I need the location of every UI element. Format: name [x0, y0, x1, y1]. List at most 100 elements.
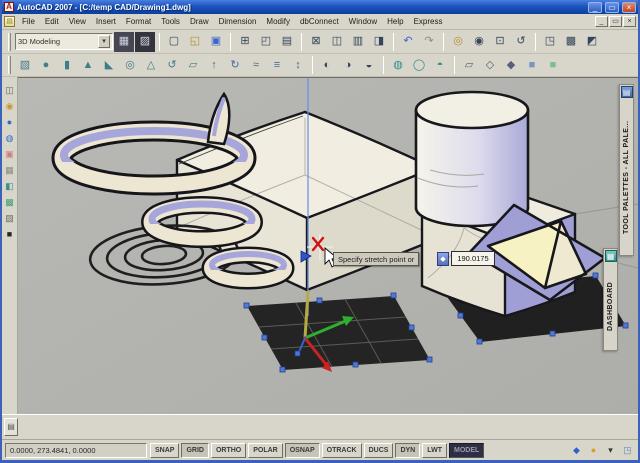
- visual-style-2d-wireframe-button[interactable]: ▱: [459, 55, 479, 75]
- zoom-previous-button[interactable]: ↺: [511, 32, 531, 52]
- cylinder-tool-button[interactable]: ▮: [57, 55, 77, 75]
- toggle-dyn[interactable]: DYN: [395, 443, 420, 458]
- sphere-tool-button[interactable]: ●: [36, 55, 56, 75]
- properties-button[interactable]: ◳: [540, 32, 560, 52]
- toggle-model[interactable]: MODEL: [449, 443, 484, 458]
- redo-button[interactable]: ↷: [419, 32, 439, 52]
- designcenter-button[interactable]: ▩: [561, 32, 581, 52]
- lights-tool-button[interactable]: ●: [3, 115, 17, 129]
- mapping-tool-button[interactable]: ▦: [3, 163, 17, 177]
- loft-button[interactable]: ≡: [267, 55, 287, 75]
- title-bar[interactable]: A AutoCAD 2007 - [C:/temp CAD/Drawing1.d…: [2, 0, 638, 14]
- workspace-combo[interactable]: 3D Modeling ▾: [15, 33, 113, 50]
- constrained-orbit-button[interactable]: ◍: [388, 55, 408, 75]
- menu-dimension[interactable]: Dimension: [214, 15, 262, 28]
- command-window-grip[interactable]: ▤: [4, 418, 18, 436]
- drawing-area[interactable]: Specify stretch point or ◆ 190.0175 ▤ TO…: [18, 77, 638, 414]
- menu-modify[interactable]: Modify: [261, 15, 295, 28]
- visual-style-realistic-button[interactable]: ■: [522, 55, 542, 75]
- toolbar-grip[interactable]: [8, 56, 11, 74]
- save-button[interactable]: ▣: [206, 32, 226, 52]
- visual-style-conceptual-button[interactable]: ■: [543, 55, 563, 75]
- close-button[interactable]: ×: [622, 2, 636, 13]
- zoom-realtime-button[interactable]: ◉: [469, 32, 489, 52]
- view-cube-dark-button[interactable]: ▦: [114, 32, 134, 52]
- advanced-render-settings-button[interactable]: ▨: [3, 211, 17, 225]
- doc-restore-button[interactable]: ▭: [609, 16, 622, 27]
- fog-tool-button[interactable]: ◧: [3, 179, 17, 193]
- dashboard-title[interactable]: DASHBOARD: [607, 264, 614, 349]
- dashboard-icon[interactable]: ▦: [605, 250, 617, 262]
- helix-tool-button[interactable]: ↺: [162, 55, 182, 75]
- toolbar-grip[interactable]: [8, 33, 11, 51]
- wedge-tool-button[interactable]: ◣: [99, 55, 119, 75]
- sun-properties-button[interactable]: ◍: [3, 131, 17, 145]
- tray-settings-arrow-icon[interactable]: ▾: [603, 443, 618, 458]
- pan-button[interactable]: ◎: [448, 32, 468, 52]
- menu-view[interactable]: View: [64, 15, 91, 28]
- minimize-button[interactable]: _: [588, 2, 602, 13]
- planar-surface-button[interactable]: ▱: [183, 55, 203, 75]
- paste-button[interactable]: ▥: [348, 32, 368, 52]
- background-tool-button[interactable]: ▩: [3, 195, 17, 209]
- tool-palettes-icon[interactable]: ▤: [621, 86, 633, 98]
- menu-window[interactable]: Window: [344, 15, 382, 28]
- sweep-button[interactable]: ≈: [246, 55, 266, 75]
- toolbar-unlock-icon[interactable]: ◆: [569, 443, 584, 458]
- pyramid-tool-button[interactable]: △: [141, 55, 161, 75]
- menu-dbconnect[interactable]: dbConnect: [295, 15, 344, 28]
- torus-tool-button[interactable]: ◎: [120, 55, 140, 75]
- tool-palettes-title[interactable]: TOOL PALETTES - ALL PALE...: [623, 100, 630, 254]
- open-button[interactable]: ◱: [185, 32, 205, 52]
- clean-screen-button[interactable]: ◳: [620, 443, 635, 458]
- union-button[interactable]: ◐: [317, 55, 337, 75]
- swivel-button[interactable]: ◓: [430, 55, 450, 75]
- menu-file[interactable]: File: [17, 15, 40, 28]
- communication-center-icon[interactable]: ●: [586, 443, 601, 458]
- cut-button[interactable]: ⊠: [306, 32, 326, 52]
- doc-close-button[interactable]: ×: [623, 16, 636, 27]
- plot-preview-button[interactable]: ◰: [256, 32, 276, 52]
- undo-button[interactable]: ↶: [398, 32, 418, 52]
- camera-view-dark-button[interactable]: ▨: [135, 32, 155, 52]
- intersect-button[interactable]: ◒: [359, 55, 379, 75]
- hide-tool-button[interactable]: ◫: [3, 83, 17, 97]
- toggle-lwt[interactable]: LWT: [422, 443, 447, 458]
- toggle-grid[interactable]: GRID: [181, 443, 209, 458]
- press-pull-button[interactable]: ↕: [288, 55, 308, 75]
- toggle-ortho[interactable]: ORTHO: [211, 443, 246, 458]
- copy-button[interactable]: ◫: [327, 32, 347, 52]
- render-tool-button[interactable]: ◉: [3, 99, 17, 113]
- menu-help[interactable]: Help: [382, 15, 408, 28]
- toggle-ducs[interactable]: DUCS: [364, 443, 394, 458]
- visual-style-3d-hidden-button[interactable]: ◆: [501, 55, 521, 75]
- zoom-window-button[interactable]: ⊡: [490, 32, 510, 52]
- cylinder-sketch[interactable]: [416, 92, 528, 226]
- toggle-polar[interactable]: POLAR: [248, 443, 283, 458]
- tool-palettes-button[interactable]: ◩: [582, 32, 602, 52]
- cone-tool-button[interactable]: ▲: [78, 55, 98, 75]
- extrude-button[interactable]: ↑: [204, 55, 224, 75]
- visual-style-3d-wireframe-button[interactable]: ◇: [480, 55, 500, 75]
- box-tool-button[interactable]: ▧: [15, 55, 35, 75]
- menu-format[interactable]: Format: [121, 15, 156, 28]
- center-shadow-plane[interactable]: [244, 293, 432, 372]
- combo-arrow-icon[interactable]: ▾: [98, 35, 110, 48]
- toggle-snap[interactable]: SNAP: [150, 443, 179, 458]
- materials-tool-button[interactable]: ▣: [3, 147, 17, 161]
- free-orbit-button[interactable]: ◯: [409, 55, 429, 75]
- menu-edit[interactable]: Edit: [40, 15, 64, 28]
- doc-minimize-button[interactable]: _: [595, 16, 608, 27]
- menu-insert[interactable]: Insert: [91, 15, 121, 28]
- menu-tools[interactable]: Tools: [156, 15, 185, 28]
- model-space-viewport[interactable]: [18, 78, 638, 414]
- tool-palettes-bar[interactable]: ▤ TOOL PALETTES - ALL PALE...: [619, 84, 634, 256]
- menu-express[interactable]: Express: [409, 15, 448, 28]
- coordinate-readout[interactable]: 0.0000, 273.4841, 0.0000: [5, 443, 147, 458]
- render-window-button[interactable]: ■: [3, 227, 17, 241]
- dyn-input-value-field[interactable]: 190.0175: [451, 251, 495, 266]
- match-properties-button[interactable]: ◨: [369, 32, 389, 52]
- plot-button[interactable]: ⊞: [235, 32, 255, 52]
- revolve-button[interactable]: ↻: [225, 55, 245, 75]
- subtract-button[interactable]: ◑: [338, 55, 358, 75]
